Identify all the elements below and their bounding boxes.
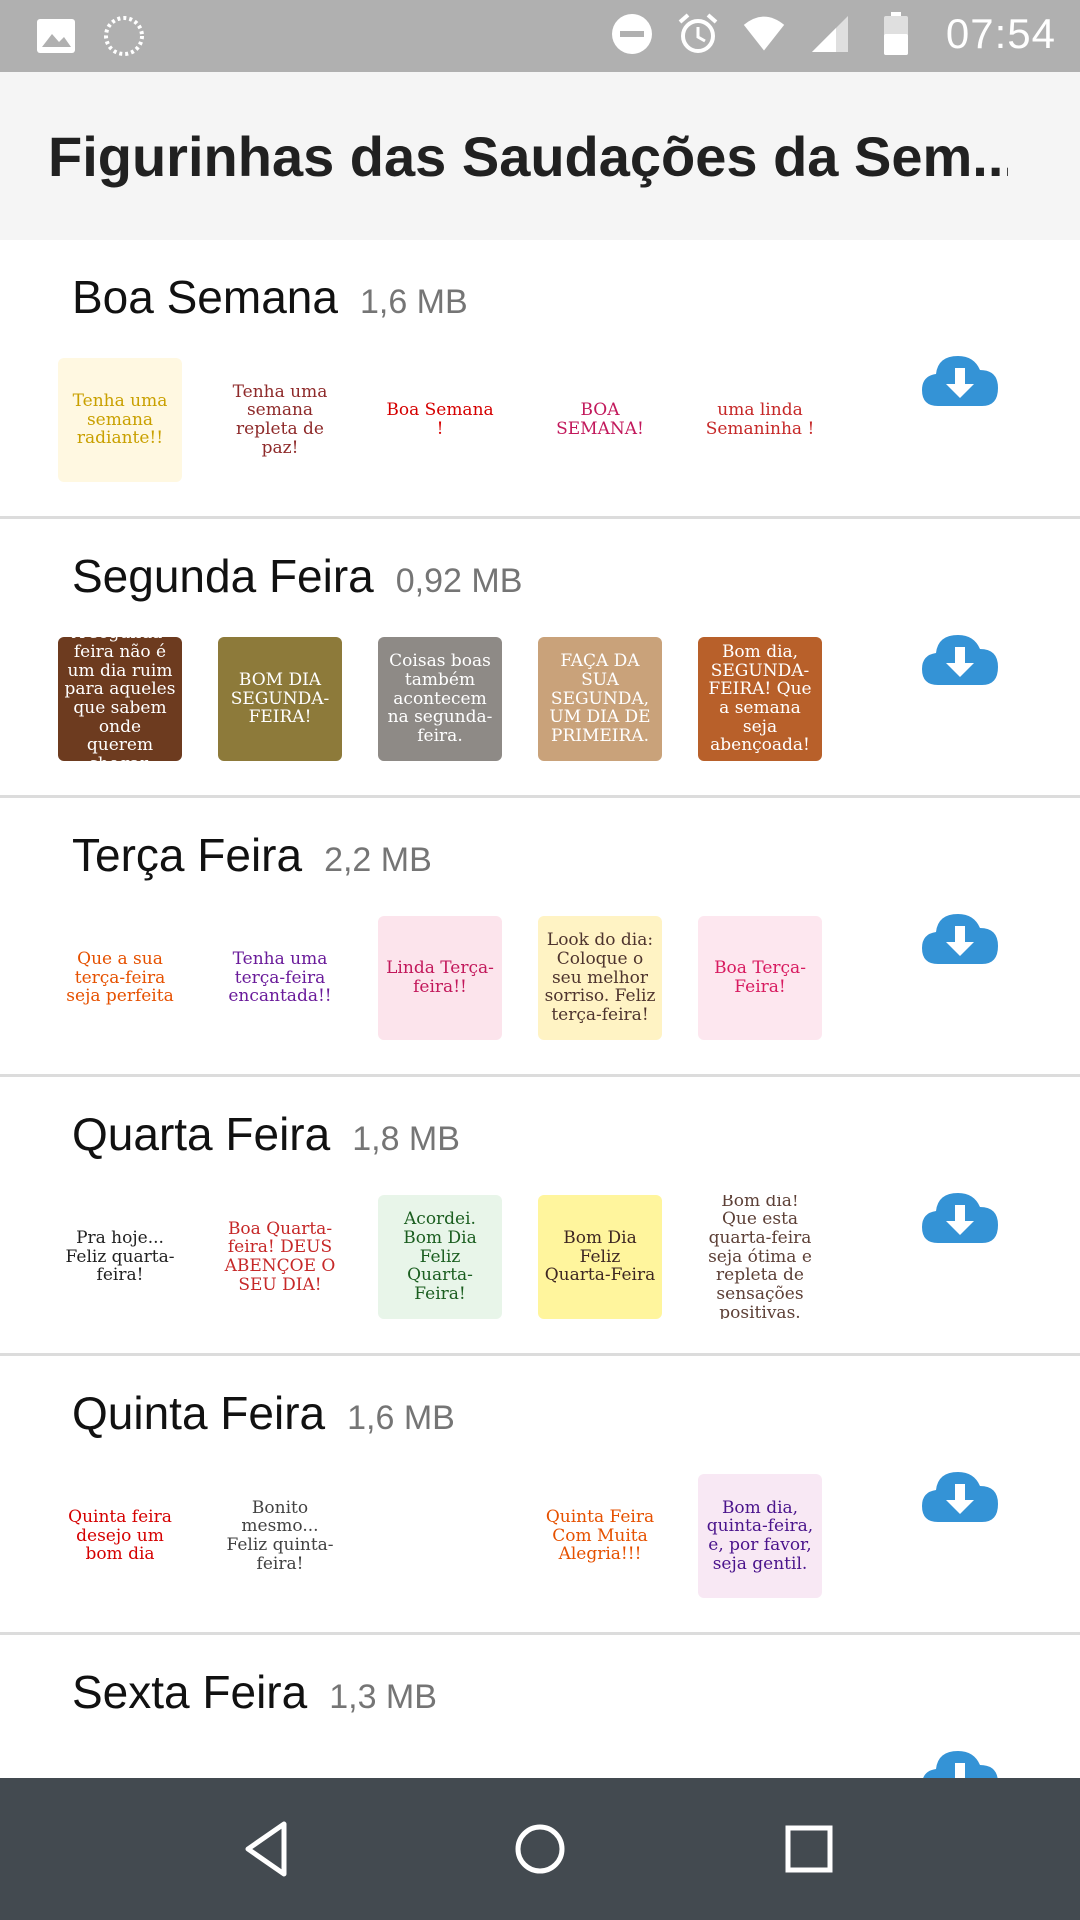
sticker-thumbnail: Boa Terça-Feira!: [698, 916, 822, 1040]
home-icon[interactable]: [507, 1816, 573, 1882]
pack-size: 2,2 MB: [324, 841, 432, 879]
download-icon[interactable]: [920, 629, 1000, 693]
sticker-thumbnail: Bom Dia Feliz Quarta-Feira: [538, 1195, 662, 1319]
sticker-thumbnail: Boa Semana !: [378, 358, 502, 482]
pack-header: Boa Semana 1,6 MB: [72, 270, 468, 324]
clock-time: 07:54: [945, 10, 1056, 57]
sticker-pack-row[interactable]: Quarta Feira 1,8 MB Pra hoje... Feliz quar…: [0, 1077, 1080, 1356]
download-icon[interactable]: [920, 908, 1000, 972]
sticker-thumbnail: Acordei. Bom Dia Feliz Quarta-Feira!: [378, 1195, 502, 1319]
sticker-thumbnail: Look do dia: Coloque o seu melhor sorris…: [538, 916, 662, 1040]
back-icon[interactable]: [236, 1816, 302, 1882]
sticker-thumbnail: [698, 1753, 822, 1778]
sticker-thumbnail: [218, 1753, 342, 1778]
sticker-thumbnail: BOA SEMANA!: [538, 358, 662, 482]
sticker-thumbnail: Que a sua terça-feira seja perfeita: [58, 916, 182, 1040]
alarm-icon: [676, 12, 720, 56]
sticker-thumbnail: [378, 1474, 502, 1598]
sticker-thumbnail: Tenha uma terça-feira encantada!!: [218, 916, 342, 1040]
page-title: Figurinhas das Saudações da Sem...: [48, 125, 1008, 188]
status-right: 07:54: [610, 10, 1056, 58]
pack-name: Quarta Feira: [72, 1108, 331, 1160]
sticker-preview-strip: [58, 1753, 822, 1778]
sticker-preview-strip: A segunda-feira não é um dia ruim para a…: [58, 637, 822, 761]
download-icon[interactable]: [920, 350, 1000, 414]
pack-header: Segunda Feira 0,92 MB: [72, 549, 522, 603]
pack-header: Terça Feira 2,2 MB: [72, 828, 432, 882]
sticker-thumbnail: uma linda Semaninha !: [698, 358, 822, 482]
status-left: [34, 14, 146, 58]
sticker-pack-row[interactable]: Boa Semana 1,6 MB Tenha uma semana radiant…: [0, 240, 1080, 519]
sticker-thumbnail: Bom dia! Que esta quarta-feira seja ótim…: [698, 1195, 822, 1319]
sticker-thumbnail: [58, 1753, 182, 1778]
sticker-preview-strip: Pra hoje... Feliz quarta-feira! Boa Quart…: [58, 1195, 822, 1319]
sticker-thumbnail: [378, 1753, 502, 1778]
sticker-thumbnail: Boa Quarta-feira! DEUS ABENÇOE O SEU DIA…: [218, 1195, 342, 1319]
pack-header: Sexta Feira 1,3 MB: [72, 1665, 437, 1719]
sticker-thumbnail: Quinta feira desejo um bom dia: [58, 1474, 182, 1598]
pack-size: 1,6 MB: [359, 283, 468, 321]
sticker-preview-strip: Quinta feira desejo um bom dia Bonito mes…: [58, 1474, 822, 1598]
pack-header: Quarta Feira 1,8 MB: [72, 1107, 460, 1161]
sticker-thumbnail: [538, 1753, 662, 1778]
sticker-thumbnail: Quinta Feira Com Muita Alegria!!!: [538, 1474, 662, 1598]
sticker-thumbnail: Bonito mesmo... Feliz quinta-feira!: [218, 1474, 342, 1598]
sticker-thumbnail: Tenha uma semana repleta de paz!: [218, 358, 342, 482]
sticker-preview-strip: Tenha uma semana radiante!! Tenha uma sem…: [58, 358, 822, 482]
download-icon[interactable]: [920, 1187, 1000, 1251]
pack-size: 1,8 MB: [352, 1120, 460, 1158]
navigation-bar: [0, 1778, 1080, 1920]
sticker-thumbnail: Linda Terça-feira!!: [378, 916, 502, 1040]
sticker-pack-row[interactable]: Sexta Feira 1,3 MB: [0, 1635, 1080, 1778]
sticker-thumbnail: Coisas boas também acontecem na segunda-…: [378, 637, 502, 761]
pack-header: Quinta Feira 1,6 MB: [72, 1386, 455, 1440]
battery-icon: [874, 12, 918, 56]
pack-name: Segunda Feira: [72, 550, 374, 602]
download-icon[interactable]: [920, 1466, 1000, 1530]
sticker-preview-strip: Que a sua terça-feira seja perfeita Tenha…: [58, 916, 822, 1040]
signal-icon: [808, 12, 852, 56]
sticker-thumbnail: Bom dia, quinta-feira, e, por favor, sej…: [698, 1474, 822, 1598]
pack-name: Sexta Feira: [72, 1666, 308, 1718]
sticker-pack-row[interactable]: Terça Feira 2,2 MB Que a sua terça-feira s…: [0, 798, 1080, 1077]
sticker-thumbnail: BOM DIA SEGUNDA-FEIRA!: [218, 637, 342, 761]
sticker-thumbnail: Pra hoje... Feliz quarta-feira!: [58, 1195, 182, 1319]
pack-name: Boa Semana: [72, 271, 338, 323]
pack-name: Quinta Feira: [72, 1387, 326, 1439]
sticker-thumbnail: Bom dia, SEGUNDA-FEIRA! Que a semana sej…: [698, 637, 822, 761]
pack-size: 0,92 MB: [395, 562, 523, 600]
loading-icon: [102, 14, 146, 58]
do-not-disturb-icon: [610, 12, 654, 56]
status-bar: 07:54: [0, 0, 1080, 72]
sticker-pack-row[interactable]: Quinta Feira 1,6 MB Quinta feira desejo um…: [0, 1356, 1080, 1635]
sticker-thumbnail: Tenha uma semana radiante!!: [58, 358, 182, 482]
image-icon: [34, 14, 78, 58]
sticker-pack-row[interactable]: Segunda Feira 0,92 MB A segunda-feira não …: [0, 519, 1080, 798]
wifi-icon: [742, 12, 786, 56]
pack-name: Terça Feira: [72, 829, 303, 881]
sticker-thumbnail: A segunda-feira não é um dia ruim para a…: [58, 637, 182, 761]
sticker-pack-list[interactable]: Boa Semana 1,6 MB Tenha uma semana radiant…: [0, 240, 1080, 1778]
pack-size: 1,6 MB: [347, 1399, 455, 1437]
recents-icon[interactable]: [776, 1816, 842, 1882]
download-icon[interactable]: [920, 1745, 1000, 1778]
sticker-thumbnail: FAÇA DA SUA SEGUNDA, UM DIA DE PRIMEIRA.: [538, 637, 662, 761]
app-header: Figurinhas das Saudações da Sem...: [0, 72, 1080, 240]
pack-size: 1,3 MB: [329, 1678, 437, 1716]
